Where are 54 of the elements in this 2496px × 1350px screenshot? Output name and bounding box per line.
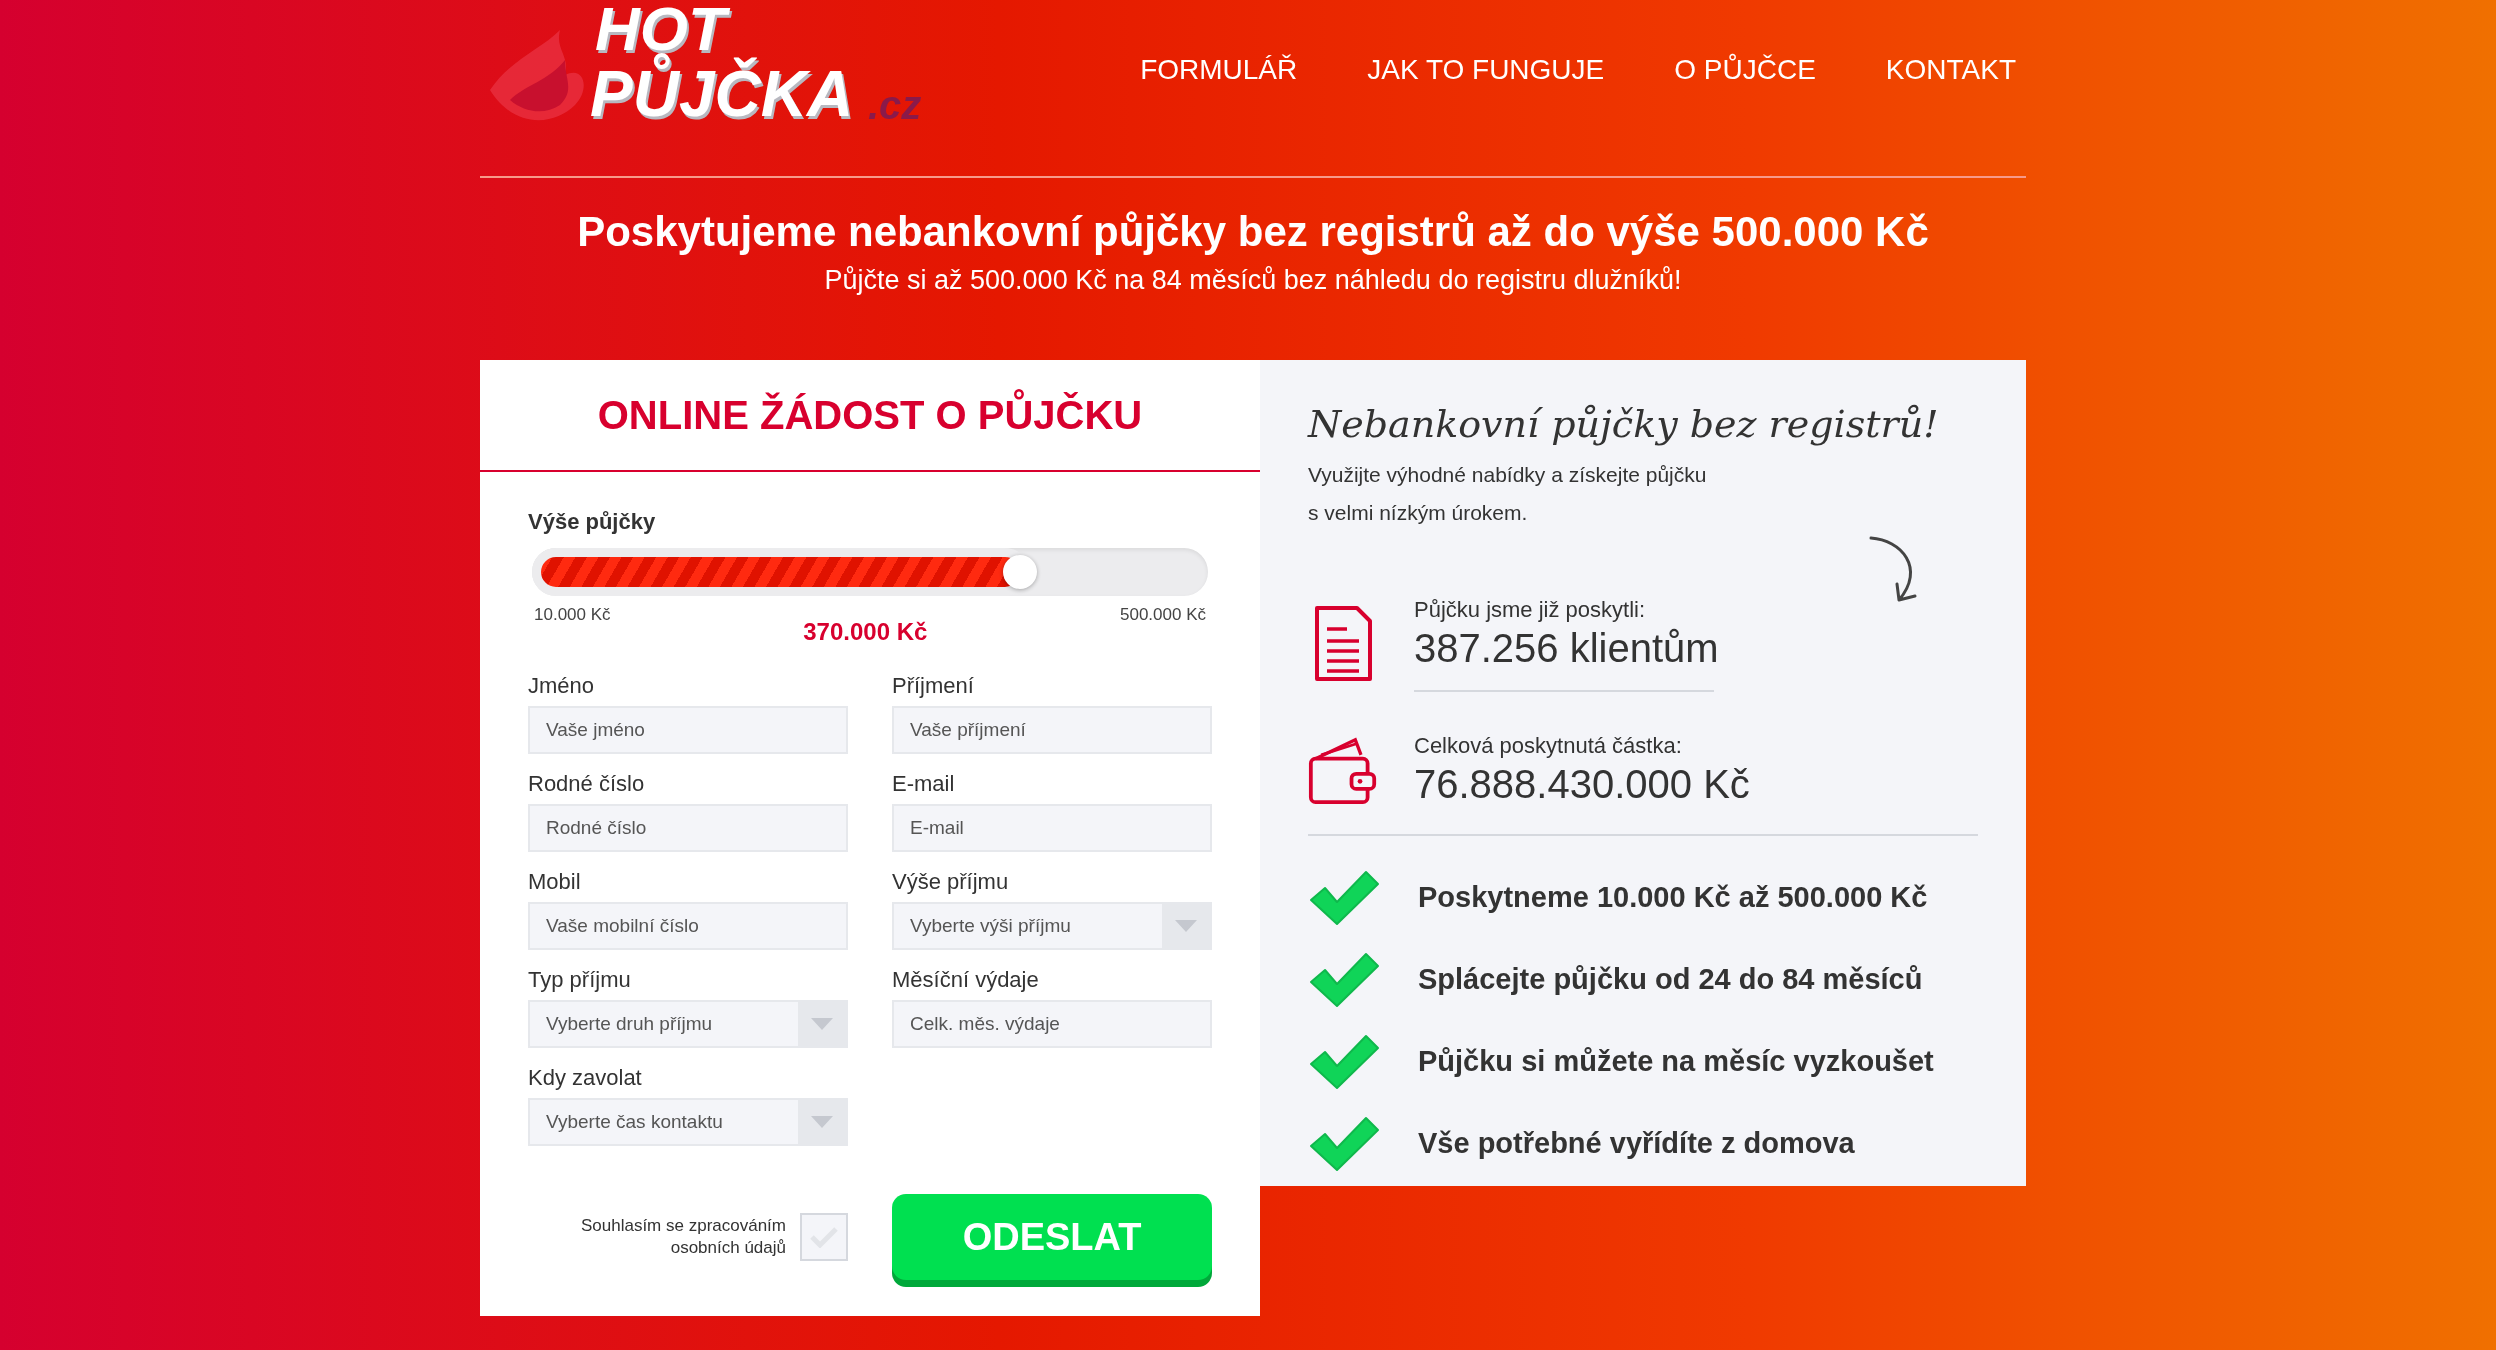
loan-amount: 370.000 Kč [803,617,928,647]
field-label: Jméno [528,672,596,700]
field-label: Typ příjmu [528,966,632,994]
select-field[interactable]: Vyberte výši příjmu [892,902,1212,950]
caret-icon [1175,920,1197,932]
input-field[interactable]: Celk. měs. výdaje [892,1000,1212,1048]
stat-label: Půjčku jsme již poskytli: [1414,596,1647,624]
nav-link[interactable]: KONTAKT [1885,52,2016,88]
nav-link[interactable]: O PŮJČCE [1674,52,1816,88]
checkmark-icon [1308,870,1380,926]
input-field[interactable]: Vaše mobilní číslo [528,902,848,950]
benefit-text: Poskytneme 10.000 Kč až 500.000 Kč [1418,880,1928,916]
select-field[interactable]: Vyberte druh příjmu [528,1000,848,1048]
caret-icon [811,1116,833,1128]
select-placeholder: Vyberte výši příjmu [909,913,1072,938]
field-label: E-mail [892,770,956,798]
checkmark-icon [1308,952,1380,1008]
field-label: Mobil [528,868,582,896]
checkmark-icon [1308,1116,1380,1172]
benefit-text: Splácejte půjčku od 24 do 84 měsíců [1418,962,1923,998]
slider-max: 500.000 Kč [1120,604,1206,626]
field-label: Kdy zavolat [528,1064,643,1092]
stat-value: 76.888.430.000 Kč [1414,761,1750,808]
slider-track[interactable] [532,548,1208,596]
subheadline: Půjčte si až 500.000 Kč na 84 měsíců bez náhledu do registru dlužníků! [824,264,1682,297]
nav-link[interactable]: JAK TO FUNGUJE [1367,52,1605,88]
input-field[interactable]: Rodné číslo [528,804,848,852]
benefit-text: Půjčku si můžete na měsíc vyzkoušet [1418,1044,1934,1080]
input-field[interactable]: E-mail [892,804,1212,852]
intro-text: Využijte výhodné nabídky a získejte půjčku s velmi nízkým úrokem. [1308,462,1708,526]
select-placeholder: Vyberte čas kontaktu [545,1109,724,1134]
form-title: ONLINE ŽÁDOST O PŮJČKU [597,385,1143,445]
logo-domain: .cz [868,82,922,129]
select-field[interactable]: Vyberte čas kontaktu [528,1098,848,1146]
slider-label: Výše půjčky [528,508,657,536]
info-title: Nebankovní půjčky bez registrů! [1308,401,1940,448]
field-label: Příjmení [892,672,975,700]
document-icon [1313,605,1373,683]
consent-checkbox[interactable] [800,1213,848,1261]
benefit-text: Vše potřebné vyřídíte z domova [1418,1126,1855,1162]
headline: Poskytujeme nebankovní půjčky bez registrů až do výše 500.000 Kč [577,207,1929,257]
input-field[interactable]: Vaše příjmení [892,706,1212,754]
stat-value: 387.256 klientům [1414,625,1714,672]
consent-text: Souhlasím se zpracováním osobních údajů [580,1215,786,1259]
caret-icon [811,1018,833,1030]
checkmark-icon [1308,1034,1380,1090]
input-field[interactable]: Vaše jméno [528,706,848,754]
field-label: Rodné číslo [528,770,646,798]
select-placeholder: Vyberte druh příjmu [545,1011,714,1036]
nav-link[interactable]: FORMULÁŘ [1140,52,1298,88]
stat-label: Celková poskytnutá částka: [1414,732,1683,760]
field-label: Měsíční výdaje [892,966,1040,994]
field-label: Výše příjmu [892,868,1010,896]
slider-min: 10.000 Kč [534,604,611,626]
